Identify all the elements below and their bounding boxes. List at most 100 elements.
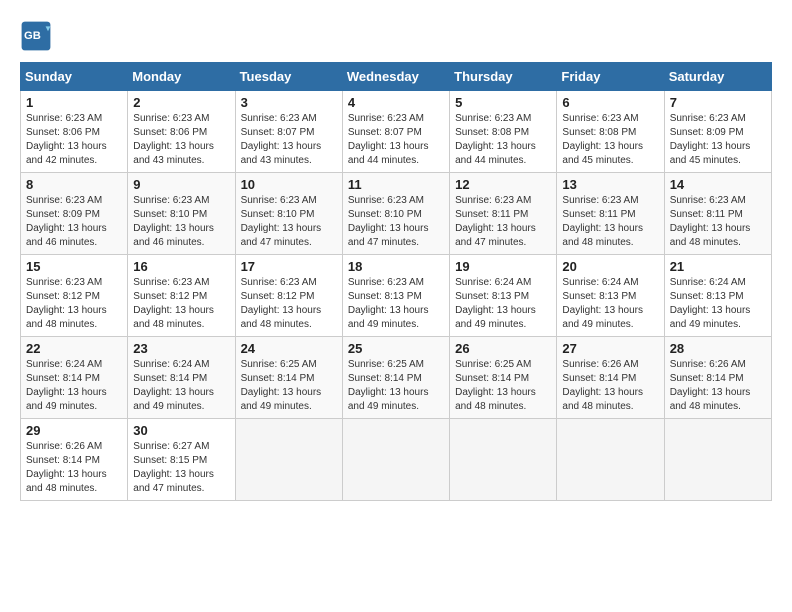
- day-cell: 25Sunrise: 6:25 AMSunset: 8:14 PMDayligh…: [342, 337, 449, 419]
- day-info: Sunrise: 6:24 AMSunset: 8:13 PMDaylight:…: [562, 276, 658, 332]
- col-header-sunday: Sunday: [21, 63, 128, 91]
- day-number: 11: [348, 177, 444, 192]
- day-cell: 14 Sunrise: 6:23 AMSunset: 8:11 PMDayligh…: [664, 173, 771, 255]
- day-cell: 6Sunrise: 6:23 AMSunset: 8:08 PMDaylight…: [557, 91, 664, 173]
- col-header-tuesday: Tuesday: [235, 63, 342, 91]
- day-info: Sunrise: 6:23 AMSunset: 8:06 PMDaylight:…: [26, 112, 122, 168]
- day-number: 29: [26, 423, 122, 438]
- day-number: 12: [455, 177, 551, 192]
- day-cell: 15Sunrise: 6:23 AMSunset: 8:12 PMDayligh…: [21, 255, 128, 337]
- day-cell: [450, 419, 557, 501]
- day-number: 25: [348, 341, 444, 356]
- day-number: 2: [133, 95, 229, 110]
- day-cell: 21Sunrise: 6:24 AMSunset: 8:13 PMDayligh…: [664, 255, 771, 337]
- week-row-5: 29 Sunrise: 6:26 AMSunset: 8:14 PMDayligh…: [21, 419, 772, 501]
- day-cell: 29 Sunrise: 6:26 AMSunset: 8:14 PMDayligh…: [21, 419, 128, 501]
- day-info: Sunrise: 6:23 AMSunset: 8:12 PMDaylight:…: [241, 276, 337, 332]
- day-cell: 9 Sunrise: 6:23 AMSunset: 8:10 PMDaylight…: [128, 173, 235, 255]
- day-cell: 28 Sunrise: 6:26 AMSunset: 8:14 PMDayligh…: [664, 337, 771, 419]
- logo: GB: [20, 20, 56, 52]
- day-info: Sunrise: 6:25 AMSunset: 8:14 PMDaylight:…: [455, 358, 551, 414]
- col-header-friday: Friday: [557, 63, 664, 91]
- week-row-1: 1 Sunrise: 6:23 AMSunset: 8:06 PMDaylight…: [21, 91, 772, 173]
- svg-text:GB: GB: [24, 30, 41, 42]
- calendar-body: 1 Sunrise: 6:23 AMSunset: 8:06 PMDaylight…: [21, 91, 772, 501]
- day-number: 14: [670, 177, 766, 192]
- day-number: 17: [241, 259, 337, 274]
- day-number: 3: [241, 95, 337, 110]
- day-number: 19: [455, 259, 551, 274]
- day-info: Sunrise: 6:23 AMSunset: 8:07 PMDaylight:…: [348, 112, 444, 168]
- day-info: Sunrise: 6:23 AMSunset: 8:13 PMDaylight:…: [348, 276, 444, 332]
- day-number: 4: [348, 95, 444, 110]
- day-cell: 18 Sunrise: 6:23 AMSunset: 8:13 PMDayligh…: [342, 255, 449, 337]
- day-info: Sunrise: 6:25 AMSunset: 8:14 PMDaylight:…: [241, 358, 337, 414]
- day-cell: 16Sunrise: 6:23 AMSunset: 8:12 PMDayligh…: [128, 255, 235, 337]
- day-info: Sunrise: 6:24 AMSunset: 8:14 PMDaylight:…: [133, 358, 229, 414]
- week-row-2: 8Sunrise: 6:23 AMSunset: 8:09 PMDaylight…: [21, 173, 772, 255]
- day-info: Sunrise: 6:23 AMSunset: 8:11 PMDaylight:…: [562, 194, 658, 250]
- day-number: 16: [133, 259, 229, 274]
- day-cell: 4 Sunrise: 6:23 AMSunset: 8:07 PMDaylight…: [342, 91, 449, 173]
- logo-icon: GB: [20, 20, 52, 52]
- day-cell: 5Sunrise: 6:23 AMSunset: 8:08 PMDaylight…: [450, 91, 557, 173]
- day-info: Sunrise: 6:23 AMSunset: 8:10 PMDaylight:…: [348, 194, 444, 250]
- day-number: 20: [562, 259, 658, 274]
- day-info: Sunrise: 6:23 AMSunset: 8:09 PMDaylight:…: [670, 112, 766, 168]
- day-cell: [342, 419, 449, 501]
- day-cell: 26 Sunrise: 6:25 AMSunset: 8:14 PMDayligh…: [450, 337, 557, 419]
- day-number: 7: [670, 95, 766, 110]
- day-number: 15: [26, 259, 122, 274]
- day-cell: 24 Sunrise: 6:25 AMSunset: 8:14 PMDayligh…: [235, 337, 342, 419]
- day-cell: 20 Sunrise: 6:24 AMSunset: 8:13 PMDayligh…: [557, 255, 664, 337]
- day-number: 24: [241, 341, 337, 356]
- day-cell: 22 Sunrise: 6:24 AMSunset: 8:14 PMDayligh…: [21, 337, 128, 419]
- day-info: Sunrise: 6:23 AMSunset: 8:10 PMDaylight:…: [241, 194, 337, 250]
- day-cell: 3Sunrise: 6:23 AMSunset: 8:07 PMDaylight…: [235, 91, 342, 173]
- page-header: GB: [20, 20, 772, 52]
- day-info: Sunrise: 6:23 AMSunset: 8:11 PMDaylight:…: [670, 194, 766, 250]
- day-number: 30: [133, 423, 229, 438]
- day-cell: 12 Sunrise: 6:23 AMSunset: 8:11 PMDayligh…: [450, 173, 557, 255]
- calendar-header-row: SundayMondayTuesdayWednesdayThursdayFrid…: [21, 63, 772, 91]
- calendar-table: SundayMondayTuesdayWednesdayThursdayFrid…: [20, 62, 772, 501]
- day-number: 18: [348, 259, 444, 274]
- day-cell: 8Sunrise: 6:23 AMSunset: 8:09 PMDaylight…: [21, 173, 128, 255]
- col-header-thursday: Thursday: [450, 63, 557, 91]
- day-number: 13: [562, 177, 658, 192]
- day-info: Sunrise: 6:23 AMSunset: 8:11 PMDaylight:…: [455, 194, 551, 250]
- day-info: Sunrise: 6:23 AMSunset: 8:06 PMDaylight:…: [133, 112, 229, 168]
- day-info: Sunrise: 6:24 AMSunset: 8:14 PMDaylight:…: [26, 358, 122, 414]
- day-cell: 11 Sunrise: 6:23 AMSunset: 8:10 PMDayligh…: [342, 173, 449, 255]
- day-number: 5: [455, 95, 551, 110]
- day-number: 28: [670, 341, 766, 356]
- day-cell: 23Sunrise: 6:24 AMSunset: 8:14 PMDayligh…: [128, 337, 235, 419]
- day-number: 27: [562, 341, 658, 356]
- day-cell: 17 Sunrise: 6:23 AMSunset: 8:12 PMDayligh…: [235, 255, 342, 337]
- day-info: Sunrise: 6:26 AMSunset: 8:14 PMDaylight:…: [670, 358, 766, 414]
- day-cell: 2 Sunrise: 6:23 AMSunset: 8:06 PMDaylight…: [128, 91, 235, 173]
- day-number: 6: [562, 95, 658, 110]
- week-row-4: 22 Sunrise: 6:24 AMSunset: 8:14 PMDayligh…: [21, 337, 772, 419]
- day-number: 26: [455, 341, 551, 356]
- day-number: 8: [26, 177, 122, 192]
- day-cell: 27Sunrise: 6:26 AMSunset: 8:14 PMDayligh…: [557, 337, 664, 419]
- day-cell: [664, 419, 771, 501]
- col-header-wednesday: Wednesday: [342, 63, 449, 91]
- day-number: 10: [241, 177, 337, 192]
- day-number: 9: [133, 177, 229, 192]
- day-cell: 13 Sunrise: 6:23 AMSunset: 8:11 PMDayligh…: [557, 173, 664, 255]
- day-cell: 19 Sunrise: 6:24 AMSunset: 8:13 PMDayligh…: [450, 255, 557, 337]
- day-number: 1: [26, 95, 122, 110]
- day-info: Sunrise: 6:23 AMSunset: 8:10 PMDaylight:…: [133, 194, 229, 250]
- day-cell: 10 Sunrise: 6:23 AMSunset: 8:10 PMDayligh…: [235, 173, 342, 255]
- day-info: Sunrise: 6:27 AMSunset: 8:15 PMDaylight:…: [133, 440, 229, 496]
- day-cell: [235, 419, 342, 501]
- day-number: 22: [26, 341, 122, 356]
- week-row-3: 15 Sunrise: 6:23 AMSunset: 8:12 PMDayligh…: [21, 255, 772, 337]
- day-cell: 7 Sunrise: 6:23 AMSunset: 8:09 PMDaylight…: [664, 91, 771, 173]
- col-header-saturday: Saturday: [664, 63, 771, 91]
- day-info: Sunrise: 6:24 AMSunset: 8:13 PMDaylight:…: [455, 276, 551, 332]
- day-cell: [557, 419, 664, 501]
- day-info: Sunrise: 6:26 AMSunset: 8:14 PMDaylight:…: [26, 440, 122, 496]
